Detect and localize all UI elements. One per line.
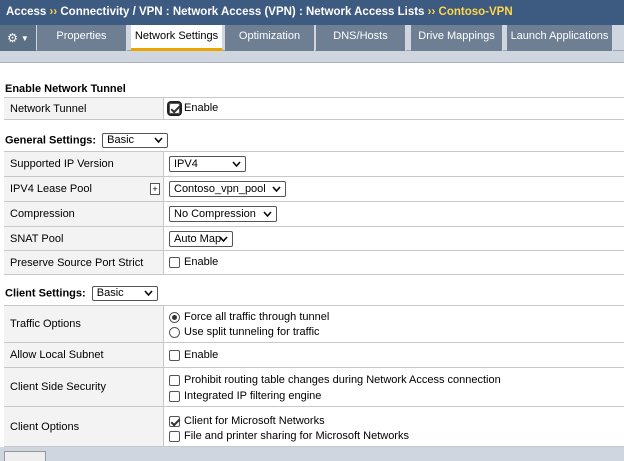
tab-properties[interactable]: Properties xyxy=(37,25,127,51)
client-mode-select[interactable]: Basic xyxy=(91,286,158,301)
radio-label: Use split tunneling for traffic xyxy=(184,326,320,338)
breadcrumb-item-access[interactable]: Access xyxy=(6,6,46,18)
checkbox-label: Prohibit routing table changes during Ne… xyxy=(184,374,501,386)
breadcrumb: Access ›› Connectivity / VPN : Network A… xyxy=(0,0,624,25)
client-table: Traffic Options Force all traffic throug… xyxy=(4,305,624,447)
traffic-option-force: Force all traffic through tunnel xyxy=(169,311,329,324)
row-compression: Compression No Compression xyxy=(4,202,624,227)
chevron-down-icon xyxy=(219,236,228,242)
ms-networks-checkbox[interactable] xyxy=(169,415,180,427)
split-tunnel-radio[interactable] xyxy=(169,326,180,338)
row-label: Supported IP Version xyxy=(4,152,164,176)
breadcrumb-item-path[interactable]: Connectivity / VPN : Network Access (VPN… xyxy=(60,6,424,18)
client-settings-label: Client Settings: xyxy=(5,287,86,300)
preserve-source-port-option: Enable xyxy=(169,256,218,269)
checkbox-label: Client for Microsoft Networks xyxy=(184,415,325,427)
chevron-down-icon xyxy=(232,161,241,167)
checkbox-label: Enable xyxy=(184,256,219,268)
gear-icon: ⚙ xyxy=(7,31,18,45)
chevron-down-icon xyxy=(272,186,281,192)
prohibit-routing-option: Prohibit routing table changes during Ne… xyxy=(169,374,501,387)
tab-optimization[interactable]: Optimization xyxy=(225,25,315,51)
prohibit-routing-checkbox[interactable] xyxy=(169,374,180,386)
select-value: IPV4 xyxy=(174,158,198,170)
chevron-down-icon xyxy=(154,137,163,143)
section-title-general: General Settings: Basic xyxy=(5,133,169,148)
file-printer-sharing-option: File and printer sharing for Microsoft N… xyxy=(169,430,409,443)
ms-networks-option: Client for Microsoft Networks xyxy=(169,415,325,428)
force-tunnel-radio[interactable] xyxy=(169,311,180,323)
radio-label: Force all traffic through tunnel xyxy=(184,311,330,323)
row-label: Client Options xyxy=(4,407,164,446)
section-title-tunnel: Enable Network Tunnel xyxy=(5,83,126,95)
row-value: Enable xyxy=(165,98,624,119)
row-label: Preserve Source Port Strict xyxy=(4,251,164,274)
section-title-client: Client Settings: Basic xyxy=(5,286,158,301)
row-label: Network Tunnel xyxy=(4,98,164,119)
row-label: IPV4 Lease Pool xyxy=(4,177,164,201)
gear-menu-button[interactable]: ⚙ ▼ xyxy=(0,25,36,51)
row-label: SNAT Pool xyxy=(4,227,164,250)
tab-bar: ⚙ ▼ Properties Network Settings Optimizat… xyxy=(0,25,624,51)
snat-pool-select[interactable]: Auto Map xyxy=(169,231,233,247)
row-network-tunnel: Network Tunnel Enable xyxy=(4,98,624,120)
checkbox-label: Integrated IP filtering engine xyxy=(184,390,322,402)
tab-spacer xyxy=(0,51,624,63)
row-client-options: Client Options Client for Microsoft Netw… xyxy=(4,407,624,447)
tab-network-settings[interactable]: Network Settings xyxy=(131,25,223,51)
add-lease-pool-button[interactable]: + xyxy=(150,183,160,195)
select-value: Basic xyxy=(107,134,135,146)
network-tunnel-option: Enable xyxy=(167,100,219,116)
select-value: No Compression xyxy=(174,208,256,220)
ip-filtering-checkbox[interactable] xyxy=(169,390,180,402)
select-value: Auto Map xyxy=(174,233,222,245)
checkbox-label: Enable xyxy=(184,102,219,114)
general-settings-label: General Settings: xyxy=(5,134,97,147)
row-ipv4-lease-pool: IPV4 Lease Pool + Contoso_vpn_pool xyxy=(4,177,624,202)
allow-local-subnet-checkbox[interactable] xyxy=(169,349,180,361)
lease-pool-select[interactable]: Contoso_vpn_pool xyxy=(169,181,286,197)
row-label: Client Side Security xyxy=(4,368,164,406)
row-label: Compression xyxy=(4,202,164,226)
row-snat-pool: SNAT Pool Auto Map xyxy=(4,227,624,251)
row-supported-ip-version: Supported IP Version IPV4 xyxy=(4,152,624,177)
ip-filtering-option: Integrated IP filtering engine xyxy=(169,390,321,403)
footer-button[interactable] xyxy=(4,451,46,461)
allow-local-subnet-option: Enable xyxy=(169,349,218,362)
general-table: Supported IP Version IPV4 IPV4 Lease Poo… xyxy=(4,151,624,275)
network-tunnel-checkbox[interactable] xyxy=(167,100,182,116)
tab-dns-hosts[interactable]: DNS/Hosts xyxy=(316,25,406,51)
footer-bar xyxy=(0,447,624,461)
row-client-side-security: Client Side Security Prohibit routing ta… xyxy=(4,368,624,407)
chevron-down-icon xyxy=(144,290,153,296)
breadcrumb-separator: ›› xyxy=(427,6,436,18)
select-value: Contoso_vpn_pool xyxy=(174,183,266,195)
row-allow-local-subnet: Allow Local Subnet Enable xyxy=(4,343,624,368)
row-label: Allow Local Subnet xyxy=(4,343,164,367)
checkbox-label: Enable xyxy=(184,349,219,361)
tab-launch-applications[interactable]: Launch Applications xyxy=(507,25,613,51)
chevron-down-icon xyxy=(263,211,272,217)
caret-down-icon: ▼ xyxy=(20,33,29,43)
ip-version-select[interactable]: IPV4 xyxy=(169,156,246,172)
breadcrumb-separator: ›› xyxy=(49,6,58,18)
row-traffic-options: Traffic Options Force all traffic throug… xyxy=(4,306,624,343)
compression-select[interactable]: No Compression xyxy=(169,206,277,222)
traffic-option-split: Use split tunneling for traffic xyxy=(169,326,320,339)
file-printer-sharing-checkbox[interactable] xyxy=(169,430,180,442)
general-mode-select[interactable]: Basic xyxy=(102,133,169,148)
row-label: Traffic Options xyxy=(4,306,164,342)
select-value: Basic xyxy=(96,287,124,299)
breadcrumb-current: Contoso-VPN xyxy=(438,6,513,18)
tunnel-table: Network Tunnel Enable xyxy=(4,97,624,120)
checkbox-label: File and printer sharing for Microsoft N… xyxy=(184,430,409,442)
preserve-source-port-checkbox[interactable] xyxy=(169,256,180,268)
row-preserve-source-port: Preserve Source Port Strict Enable xyxy=(4,251,624,275)
tab-drive-mappings[interactable]: Drive Mappings xyxy=(411,25,503,51)
